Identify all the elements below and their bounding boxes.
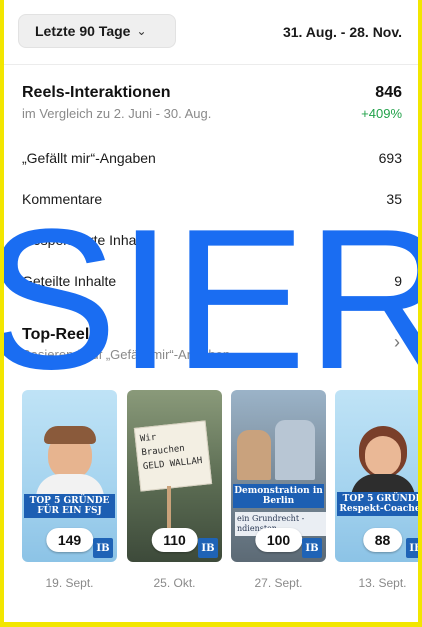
metric-value: 693 <box>378 150 402 166</box>
protest-sign: Wir Brauchen GELD WALLAH <box>133 420 213 492</box>
metric-row-likes: „Gefällt mir“-Angaben 693 <box>22 150 402 170</box>
reel-like-count: 110 <box>151 528 198 552</box>
interactions-title: Reels-Interaktionen <box>22 84 171 101</box>
chevron-down-icon: ⌄ <box>136 24 147 38</box>
metric-label: „Gefällt mir“-Angaben <box>22 150 156 166</box>
top-reels-title: Top-Reels <box>22 326 99 343</box>
protest-sign-text: Wir Brauchen GELD WALLAH <box>139 432 203 473</box>
metric-label: Geteilte Inhalte <box>22 273 117 289</box>
interactions-compare-text: im Vergleich zu 2. Juni - 30. Aug. <box>22 106 212 121</box>
reel-like-count: 149 <box>45 528 94 552</box>
reel-banner-text: TOP 5 GRÜNDE FÜR EIN FSJ <box>24 494 115 518</box>
reel-thumbnail-4[interactable]: TOP 5 GRÜNDE Respekt-Coaches 88 IB <box>335 390 418 562</box>
crowd-shape <box>275 420 315 480</box>
crowd-shape <box>237 430 271 480</box>
reel-date: 25. Okt. <box>153 576 196 590</box>
chevron-right-icon[interactable]: › <box>394 332 400 353</box>
reel-date: 27. Sept. <box>254 576 303 590</box>
metric-row-saved: Gespeicherte Inhalte 26 <box>22 232 402 252</box>
ib-logo-icon: IB <box>198 538 218 558</box>
person-photo <box>365 436 401 476</box>
ib-logo-icon: IB <box>93 538 113 558</box>
metric-value: 26 <box>386 232 402 248</box>
metric-value: 35 <box>386 191 402 207</box>
reel-like-count: 88 <box>362 528 403 552</box>
reel-like-count: 100 <box>254 528 303 552</box>
reel-date: 19. Sept. <box>45 576 94 590</box>
interactions-change: +409% <box>361 106 402 121</box>
overlay-text: SIER <box>4 188 418 411</box>
interactions-total: 846 <box>375 84 402 101</box>
date-range-dropdown-label: Letzte 90 Tage <box>35 23 131 39</box>
reel-date: 13. Sept. <box>358 576 407 590</box>
ib-logo-icon: IB <box>302 538 322 558</box>
date-range-dropdown[interactable]: Letzte 90 Tage ⌄ <box>18 14 176 48</box>
reel-thumbnail-1[interactable]: TOP 5 GRÜNDE FÜR EIN FSJ 149 IB <box>22 390 117 562</box>
reel-banner-text: Demonstration in Berlin <box>233 484 324 508</box>
metric-label: Gespeicherte Inhalte <box>22 232 152 248</box>
reel-banner-text: TOP 5 GRÜNDE Respekt-Coaches <box>337 492 418 516</box>
hair-shape <box>44 426 96 444</box>
reel-thumbnail-3[interactable]: Demonstration in Berlin ein Grundrecht -… <box>231 390 326 562</box>
date-range-text: 31. Aug. - 28. Nov. <box>282 24 402 40</box>
reel-thumbnail-2[interactable]: Wir Brauchen GELD WALLAH 110 IB <box>127 390 222 562</box>
metric-label: Kommentare <box>22 191 103 207</box>
ib-logo-icon: IB <box>406 538 418 558</box>
top-bar: Letzte 90 Tage ⌄ 31. Aug. - 28. Nov. <box>4 0 418 65</box>
metric-row-comments: Kommentare 35 <box>22 191 402 211</box>
metric-value: 9 <box>394 273 402 289</box>
insights-panel: Letzte 90 Tage ⌄ 31. Aug. - 28. Nov. Ree… <box>4 0 418 622</box>
top-reels-subtitle: Basierend auf „Gefällt mir“-Angaben <box>22 347 231 362</box>
metric-row-shared: Geteilte Inhalte 9 <box>22 273 402 293</box>
